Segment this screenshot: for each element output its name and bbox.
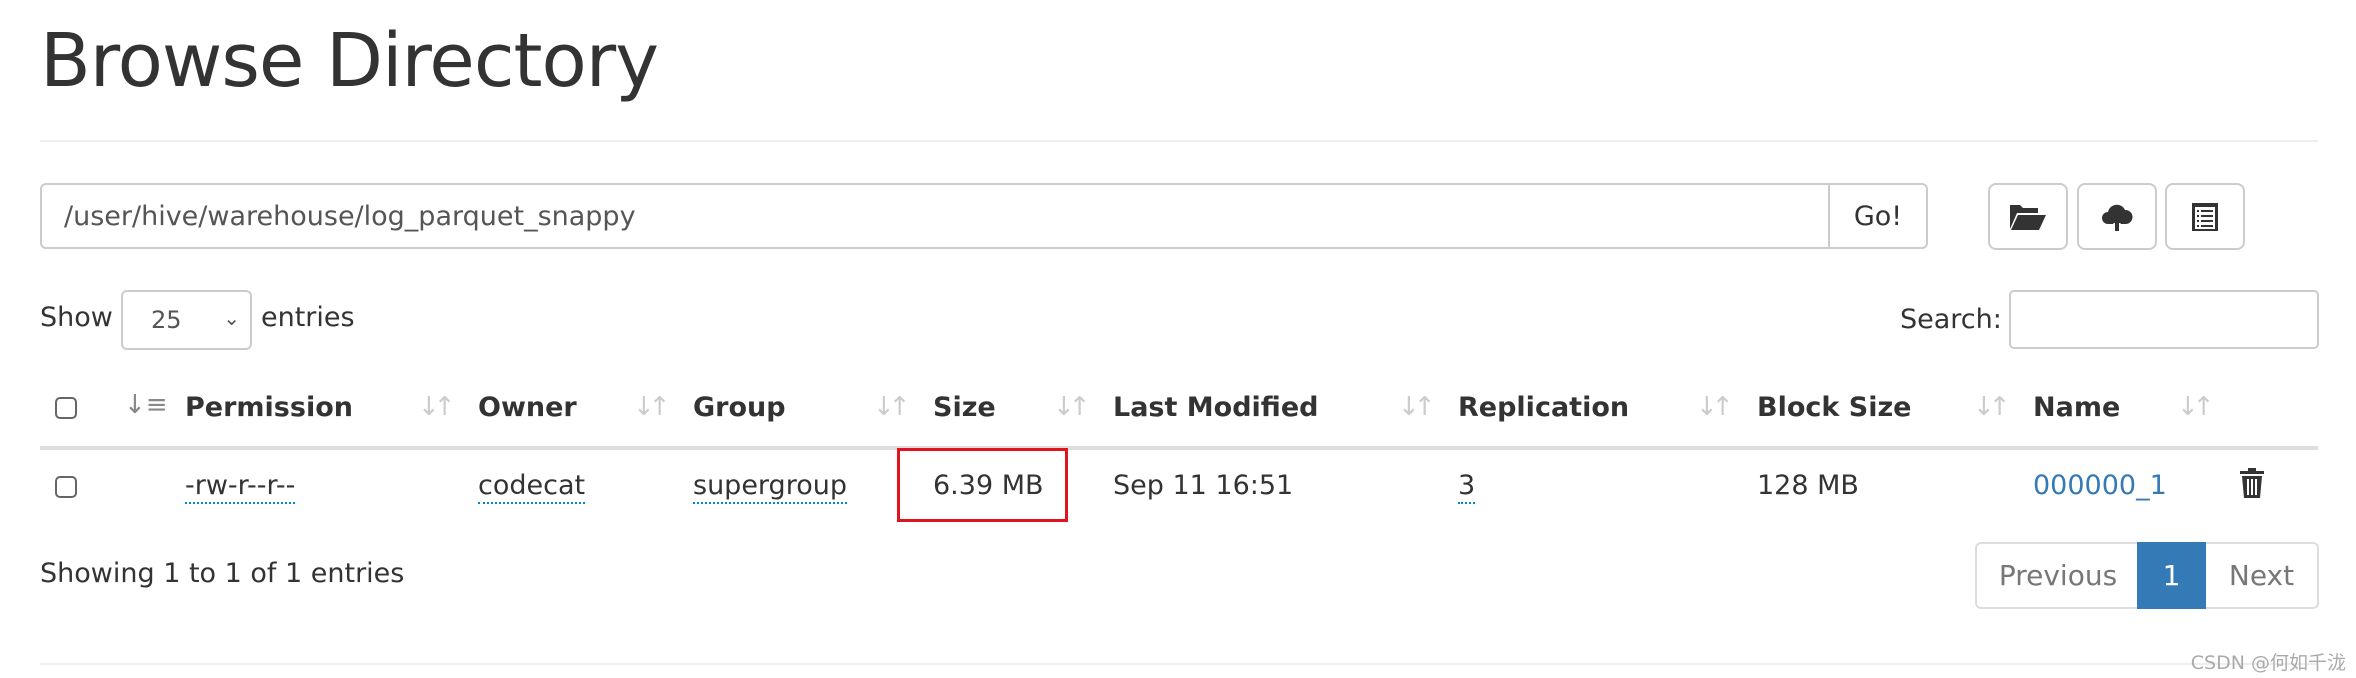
replication-link[interactable]: 3 (1458, 470, 1476, 504)
delete-button[interactable] (2240, 468, 2264, 502)
column-group[interactable]: Group (693, 392, 786, 423)
header-border (40, 446, 2318, 450)
create-directory-button[interactable] (1988, 183, 2068, 250)
column-replication[interactable]: Replication (1458, 392, 1629, 423)
list-icon (2192, 202, 2218, 231)
sort-icon[interactable]: ↓↑ (1696, 392, 1733, 422)
sort-icon[interactable]: ↓↑ (873, 392, 910, 422)
entries-select[interactable]: 25 ⌄ (121, 290, 252, 350)
divider (40, 663, 2318, 665)
trash-icon (2240, 468, 2264, 498)
cut-paste-button[interactable] (2165, 183, 2245, 250)
size-value: 6.39 MB (933, 470, 1044, 501)
owner-link[interactable]: codecat (478, 470, 586, 504)
cloud-upload-icon (2102, 204, 2133, 231)
file-name-link[interactable]: 000000_1 (2033, 470, 2167, 501)
select-all-checkbox[interactable] (55, 397, 77, 419)
column-owner[interactable]: Owner (478, 392, 577, 423)
sort-icon[interactable]: ↓↑ (2177, 392, 2214, 422)
path-input[interactable] (40, 183, 1830, 249)
chevron-down-icon: ⌄ (223, 306, 240, 330)
show-label: Show (40, 302, 113, 333)
page-title: Browse Directory (40, 18, 659, 104)
page-1-button[interactable]: 1 (2137, 542, 2206, 609)
block-size-value: 128 MB (1757, 470, 1859, 501)
sort-icon[interactable]: ↓↑ (1398, 392, 1435, 422)
upload-button[interactable] (2077, 183, 2157, 250)
sort-desc-icon[interactable]: ↓≡ (124, 390, 168, 420)
entries-value: 25 (151, 306, 182, 334)
column-last-modified[interactable]: Last Modified (1113, 392, 1318, 423)
permission-link[interactable]: -rw-r--r-- (185, 470, 296, 504)
sort-icon[interactable]: ↓↑ (1053, 392, 1090, 422)
folder-open-icon (2010, 204, 2046, 230)
divider (40, 140, 2318, 142)
search-input[interactable] (2009, 290, 2319, 349)
sort-icon[interactable]: ↓↑ (418, 392, 455, 422)
entries-label: entries (261, 302, 355, 333)
modified-value: Sep 11 16:51 (1113, 470, 1294, 501)
table-info: Showing 1 to 1 of 1 entries (40, 558, 405, 589)
next-button[interactable]: Next (2206, 542, 2319, 609)
column-permission[interactable]: Permission (185, 392, 353, 423)
row-checkbox[interactable] (55, 476, 77, 498)
previous-button[interactable]: Previous (1975, 542, 2139, 609)
search-label: Search: (1900, 304, 2002, 335)
column-name[interactable]: Name (2033, 392, 2120, 423)
sort-icon[interactable]: ↓↑ (1973, 392, 2010, 422)
go-button[interactable]: Go! (1828, 183, 1928, 249)
sort-icon[interactable]: ↓↑ (633, 392, 670, 422)
watermark: CSDN @何如千泷 (2190, 652, 2346, 674)
column-block-size[interactable]: Block Size (1757, 392, 1911, 423)
group-link[interactable]: supergroup (693, 470, 847, 504)
column-size[interactable]: Size (933, 392, 996, 423)
